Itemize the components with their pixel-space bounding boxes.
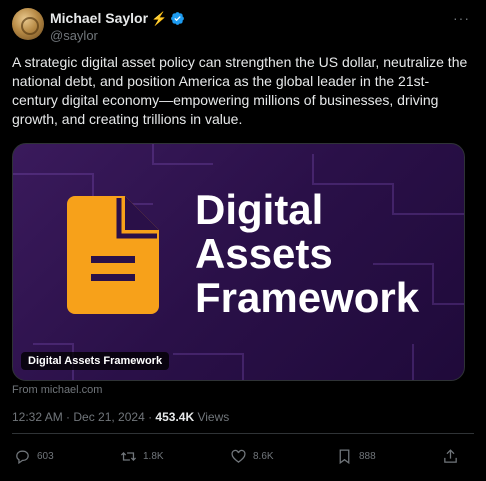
card-title-line: Framework [195,274,420,321]
reply-count: 603 [37,451,54,462]
card-title: Digital Assets Framework [195,188,419,320]
author-handle[interactable]: @saylor [50,28,98,43]
author-name[interactable]: Michael Saylor [50,10,148,26]
tweet-meta: 12:32 AM · Dec 21, 2024 · 453.4K Views [12,410,229,424]
link-card[interactable]: Digital Assets Framework Digital Assets … [12,143,465,381]
timestamp[interactable]: 12:32 AM · Dec 21, 2024 · [12,410,155,424]
tweet: Michael Saylor ⚡ @saylor ··· A strategic… [0,0,486,481]
action-bar: 603 1.8K 8.6K 888 [12,448,474,468]
document-icon [67,196,159,314]
avatar[interactable] [12,8,44,40]
card-label: Digital Assets Framework [21,352,170,370]
repost-count: 1.8K [143,451,164,462]
reply-icon [16,450,29,465]
bookmark-button[interactable]: 888 [336,448,376,465]
like-count: 8.6K [253,451,274,462]
card-source[interactable]: From michael.com [12,384,102,396]
views-count: 453.4K [155,410,195,424]
bookmark-count: 888 [359,451,376,462]
share-icon [444,449,457,463]
more-horizontal-icon[interactable]: ··· [453,10,470,26]
bookmark-icon [339,449,350,465]
card-title-line: Assets [195,230,333,277]
tweet-text: A strategic digital asset policy can str… [12,54,468,127]
repost-button[interactable]: 1.8K [120,448,164,465]
reply-button[interactable]: 603 [14,448,54,465]
card-title-line: Digital [195,186,324,233]
divider [12,433,474,434]
lightning-bolt-icon: ⚡ [151,10,168,26]
repost-icon [120,452,137,461]
author-row: Michael Saylor ⚡ [50,10,185,26]
heart-icon [231,449,246,463]
like-button[interactable]: 8.6K [230,448,274,465]
share-button[interactable] [442,448,459,465]
verified-badge-icon [171,11,185,25]
views-label: Views [194,410,230,424]
